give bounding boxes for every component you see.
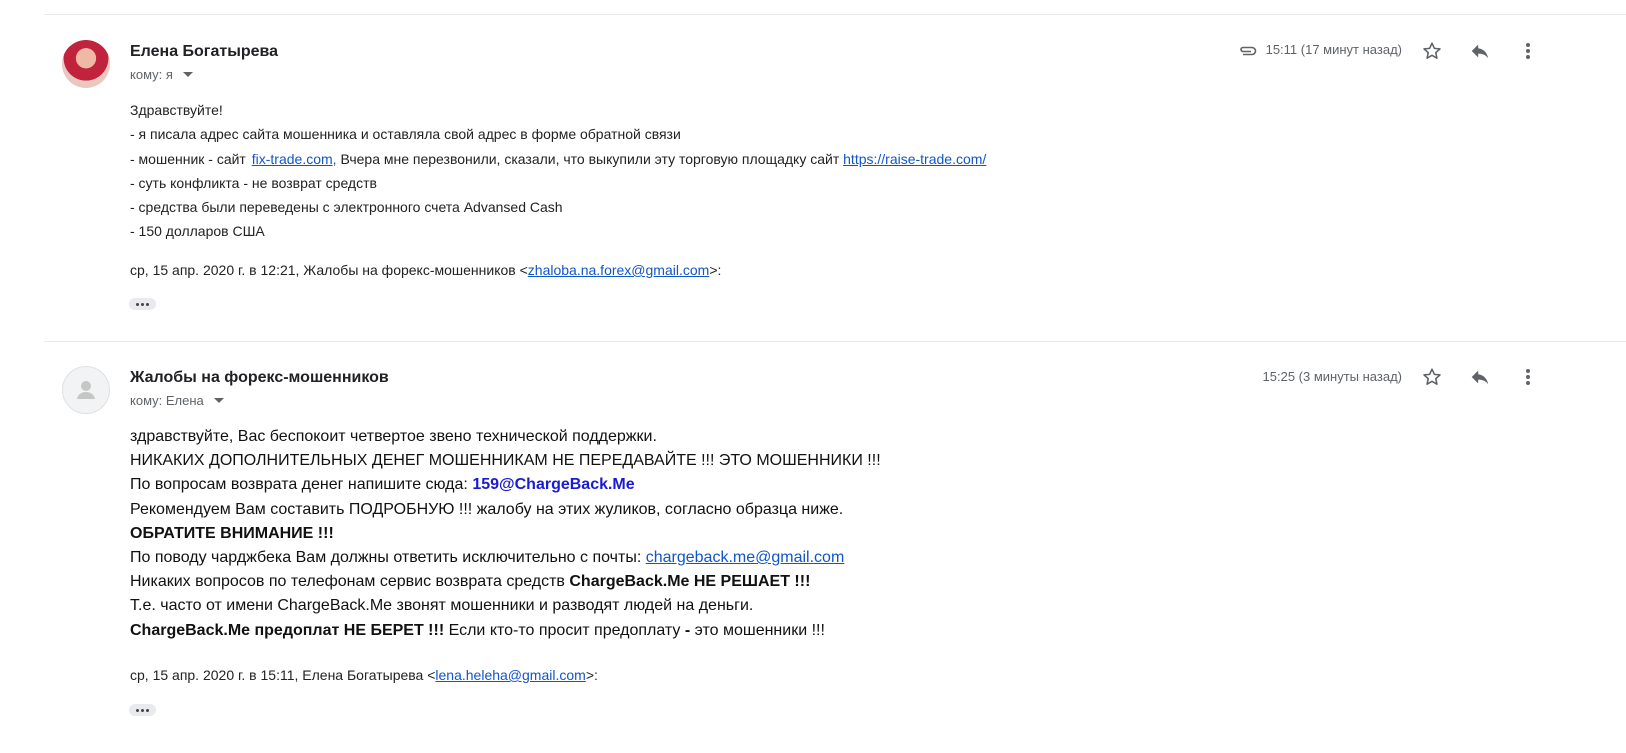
chevron-down-icon [182,72,193,77]
support-email[interactable]: 159@ChargeBack.Me [472,476,634,493]
body-line: Т.е. часто от имени ChargeBack.Me звонят… [130,597,754,615]
quote-header: ср, 15 апр. 2020 г. в 15:11, Елена Богат… [130,667,598,683]
recipient-label: кому: Елена [130,393,204,408]
message-1: Елена Богатырева кому: я 15:11 (17 минут… [0,0,1626,340]
message-2: Жалобы на форекс-мошенников кому: Елена … [0,342,1626,753]
reply-icon[interactable] [1466,37,1494,65]
body-line: Рекомендуем Вам составить ПОДРОБНУЮ !!! … [130,500,844,518]
body-line: НИКАКИХ ДОПОЛНИТЕЛЬНЫХ ДЕНЕГ МОШЕННИКАМ … [130,452,881,470]
body-line: Никаких вопросов по телефонам сервис воз… [130,570,881,594]
quote-header: ср, 15 апр. 2020 г. в 12:21, Жалобы на ф… [130,262,721,278]
message-meta: 15:11 (17 минут назад) [1238,42,1402,57]
recipient-dropdown[interactable]: кому: я [130,67,193,82]
show-trimmed-content-button[interactable] [129,704,156,716]
message-time: 15:25 (3 минуты назад) [1262,369,1402,384]
body-text: По поводу чарджбека Вам должны ответить … [130,549,646,567]
show-trimmed-content-button[interactable] [129,298,156,310]
site-link[interactable]: https://raise-trade.com/ [843,151,986,167]
body-line: По вопросам возврата денег напишите сюда… [130,473,881,497]
more-vert-icon[interactable] [1514,37,1542,65]
body-bold-text: ChargeBack.Me НЕ РЕШАЕТ !!! [569,573,811,591]
recipient-dropdown[interactable]: кому: Елена [130,393,224,408]
email-link[interactable]: lena.heleha@gmail.com [435,667,585,683]
quote-text: ср, 15 апр. 2020 г. в 12:21, Жалобы на ф… [130,262,528,278]
sender-name[interactable]: Жалобы на форекс-мошенников [130,369,389,387]
body-line: - мошенник - сайт fix-trade.com, Вчера м… [130,147,986,171]
body-text: Никаких вопросов по телефонам сервис воз… [130,573,570,591]
body-text: Вчера мне перезвонили, сказали, что выку… [336,150,844,167]
star-icon[interactable] [1418,363,1446,391]
message-body: здравствуйте, Вас беспокоит четвертое зв… [130,425,881,643]
body-line: ChargeBack.Me предоплат НЕ БЕРЕТ !!! Есл… [130,619,881,643]
body-line: - 150 долларов США [130,223,265,240]
body-line: здравствуйте, Вас беспокоит четвертое зв… [130,428,657,445]
message-body: Здравствуйте! - я писала адрес сайта мош… [130,98,986,244]
more-vert-icon[interactable] [1514,363,1542,391]
quote-text: >: [585,667,598,683]
message-time: 15:11 (17 минут назад) [1265,42,1402,57]
body-text: это мошенники !!! [690,621,825,639]
reply-icon[interactable] [1466,363,1494,391]
body-line: Здравствуйте! [130,102,223,118]
chevron-down-icon [213,398,224,403]
message-meta: 15:25 (3 минуты назад) [1263,369,1402,384]
sender-name[interactable]: Елена Богатырева [130,43,278,61]
body-text: - мошенник - сайт [130,150,250,167]
body-bold-text: ChargeBack.Me предоплат НЕ БЕРЕТ !!! [130,621,445,639]
email-link[interactable]: chargeback.me@gmail.com [646,549,845,566]
body-line: - суть конфликта - не возврат средств [130,174,377,191]
body-line: По поводу чарджбека Вам должны ответить … [130,546,881,570]
star-icon[interactable] [1418,37,1446,65]
quote-text: ср, 15 апр. 2020 г. в 15:11, Елена Богат… [130,667,436,683]
email-link[interactable]: zhaloba.na.forex@gmail.com [528,262,710,278]
body-line: - средства были переведены с электронног… [130,199,563,216]
body-text: Если кто-то просит предоплату [444,621,685,639]
site-link[interactable]: fix-trade.com, [252,151,337,167]
quote-text: >: [709,262,722,278]
avatar[interactable] [62,40,110,88]
recipient-label: кому: я [130,67,173,82]
default-person-icon [77,381,95,399]
body-line: - я писала адрес сайта мошенника и остав… [130,126,681,143]
paperclip-icon [1238,44,1258,56]
body-line: ОБРАТИТЕ ВНИМАНИЕ !!! [130,524,334,542]
avatar[interactable] [62,366,110,414]
body-text: По вопросам возврата денег напишите сюда… [130,476,473,494]
